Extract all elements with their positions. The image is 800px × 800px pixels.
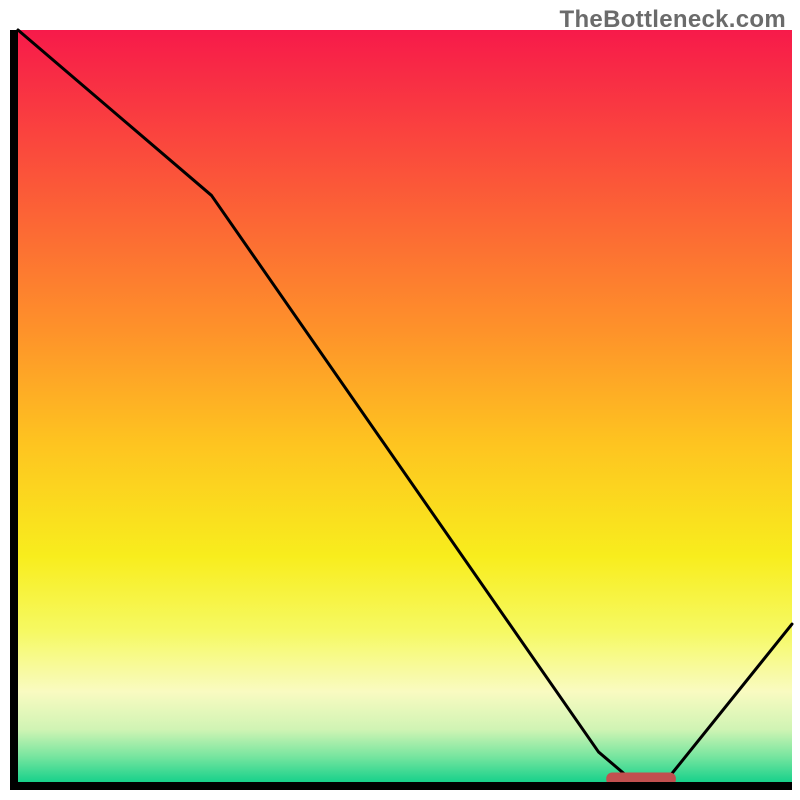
plot-background xyxy=(18,30,792,782)
chart-container: TheBottleneck.com xyxy=(0,0,800,800)
y-axis xyxy=(10,30,18,790)
x-axis xyxy=(10,782,792,790)
watermark-text: TheBottleneck.com xyxy=(560,6,786,34)
bottleneck-chart xyxy=(0,0,800,800)
